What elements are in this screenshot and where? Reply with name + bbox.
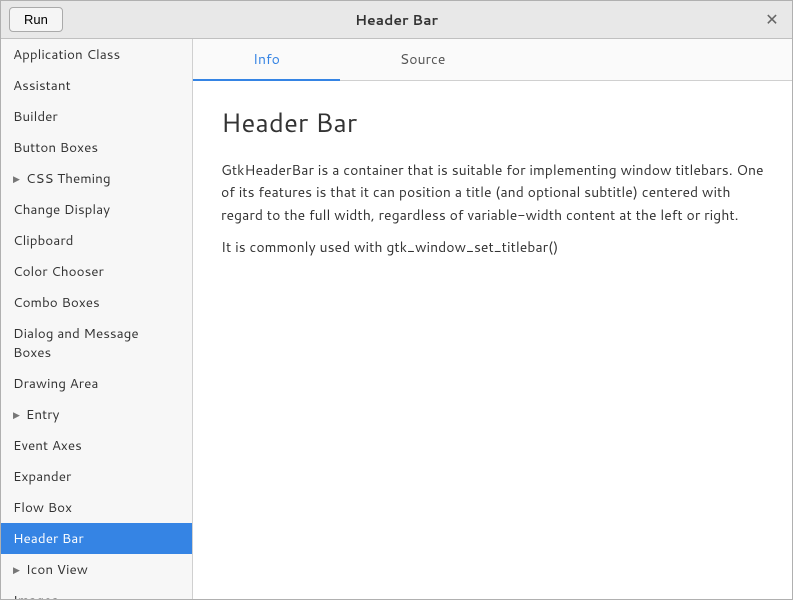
sidebar-item-entry[interactable]: Entry <box>1 399 192 430</box>
sidebar-item-application-class[interactable]: Application Class <box>1 39 192 70</box>
sidebar-item-icon-view[interactable]: Icon View <box>1 554 192 585</box>
sidebar: Application ClassAssistantBuilderButton … <box>1 39 193 599</box>
content-area: Application ClassAssistantBuilderButton … <box>1 39 792 599</box>
sidebar-item-expander[interactable]: Expander <box>1 461 192 492</box>
titlebar: Run Header Bar ✕ <box>1 1 792 39</box>
sidebar-item-button-boxes[interactable]: Button Boxes <box>1 132 192 163</box>
sidebar-item-dialog-message-boxes[interactable]: Dialog and Message Boxes <box>1 318 192 368</box>
content-paragraph: GtkHeaderBar is a container that is suit… <box>221 159 764 226</box>
sidebar-item-color-chooser[interactable]: Color Chooser <box>1 256 192 287</box>
main-window: Run Header Bar ✕ Application ClassAssist… <box>0 0 793 600</box>
sidebar-item-assistant[interactable]: Assistant <box>1 70 192 101</box>
sidebar-item-css-theming[interactable]: CSS Theming <box>1 163 192 194</box>
close-button[interactable]: ✕ <box>762 10 782 30</box>
content-paragraph: It is commonly used with gtk_window_set_… <box>221 236 764 258</box>
run-button[interactable]: Run <box>9 7 63 32</box>
tab-info[interactable]: Info <box>193 39 340 81</box>
sidebar-item-flow-box[interactable]: Flow Box <box>1 492 192 523</box>
content-title: Header Bar <box>221 105 764 141</box>
sidebar-item-drawing-area[interactable]: Drawing Area <box>1 368 192 399</box>
sidebar-item-header-bar[interactable]: Header Bar <box>1 523 192 554</box>
window-title: Header Bar <box>355 10 438 30</box>
sidebar-item-images[interactable]: Images <box>1 585 192 599</box>
sidebar-item-change-display[interactable]: Change Display <box>1 194 192 225</box>
content-body: GtkHeaderBar is a container that is suit… <box>221 159 764 259</box>
sidebar-item-clipboard[interactable]: Clipboard <box>1 225 192 256</box>
tab-bar: InfoSource <box>193 39 792 81</box>
main-content: Header Bar GtkHeaderBar is a container t… <box>193 81 792 599</box>
main-panel: InfoSource Header Bar GtkHeaderBar is a … <box>193 39 792 599</box>
sidebar-item-builder[interactable]: Builder <box>1 101 192 132</box>
sidebar-item-event-axes[interactable]: Event Axes <box>1 430 192 461</box>
sidebar-item-combo-boxes[interactable]: Combo Boxes <box>1 287 192 318</box>
tab-source[interactable]: Source <box>340 39 505 81</box>
